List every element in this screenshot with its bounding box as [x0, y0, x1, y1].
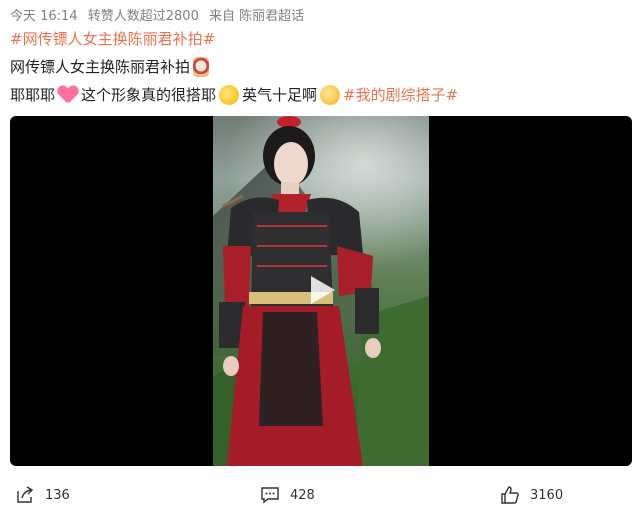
post-text-heroic: 英气十足啊	[242, 86, 318, 104]
post-text-line-2: 耶耶耶 这个形象真的很搭耶 英气十足啊 #我的剧综搭子#	[10, 84, 458, 105]
comment-count: 428	[290, 487, 315, 503]
post-source[interactable]: 来自 陈丽君超话	[209, 9, 304, 24]
video-player[interactable]	[10, 116, 632, 466]
comment-icon	[261, 487, 279, 504]
play-icon	[311, 276, 335, 304]
post-time: 今天 16:14	[10, 9, 78, 24]
drama-tag-link[interactable]: #我的剧综搭子#	[343, 84, 458, 105]
salute-emoji-icon	[320, 84, 341, 105]
thumbs-up-icon	[501, 486, 519, 504]
post-meta: 今天 16:14 转赞人数超过2800 来自 陈丽君超话	[10, 5, 310, 24]
post-text-main: 网传镖人女主换陈丽君补拍	[10, 58, 191, 76]
warrior-emoji-icon	[193, 56, 210, 77]
like-count: 3160	[530, 487, 564, 503]
post-action-bar: 136 428 3160	[0, 485, 640, 515]
chick-emoji-icon	[219, 84, 240, 105]
share-icon	[17, 486, 34, 503]
topic-tag-link[interactable]: #网传镖人女主换陈丽君补拍#	[10, 28, 215, 49]
share-count: 136	[45, 487, 70, 503]
post-text-comment: 这个形象真的很搭耶	[81, 86, 217, 104]
comment-button[interactable]: 428	[260, 485, 315, 505]
post-text-line-1: 网传镖人女主换陈丽君补拍	[10, 56, 212, 77]
post-text-yeah: 耶耶耶	[10, 86, 56, 104]
repost-count-text: 转赞人数超过2800	[87, 9, 199, 24]
share-button[interactable]: 136	[15, 485, 70, 505]
heart-emoji-icon	[58, 86, 78, 104]
like-button[interactable]: 3160	[500, 485, 563, 505]
play-button[interactable]	[301, 270, 341, 310]
